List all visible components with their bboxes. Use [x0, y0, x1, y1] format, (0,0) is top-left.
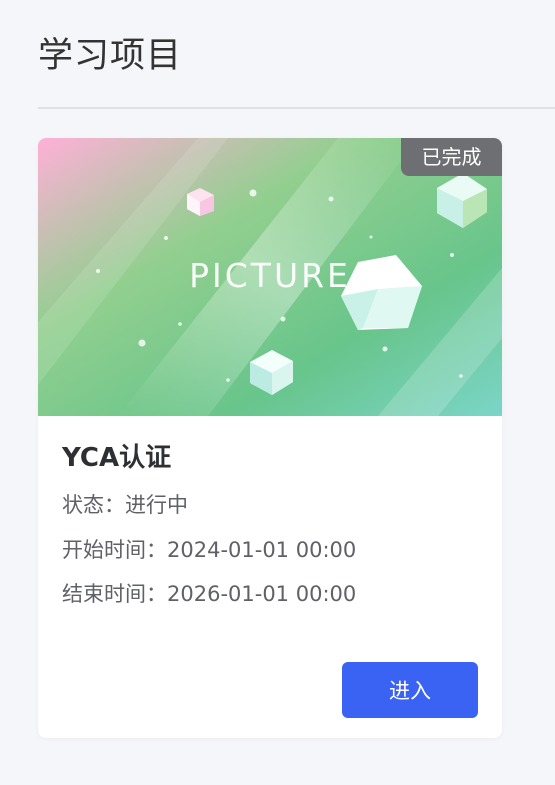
project-cover-image: PICTURE	[38, 138, 502, 416]
status-row: 状态：进行中	[62, 490, 188, 520]
cover-text: PICTURE	[189, 256, 351, 295]
cover-picture: PICTURE	[38, 138, 502, 416]
project-title: YCA认证	[62, 443, 172, 473]
start-time-row: 开始时间：2024-01-01 00:00	[62, 535, 356, 565]
status-label: 状态：	[62, 493, 125, 517]
enter-button[interactable]: 进入	[342, 662, 478, 718]
status-value: 进行中	[125, 493, 188, 517]
start-time-label: 开始时间：	[62, 538, 167, 562]
title-divider	[38, 107, 555, 109]
start-time-value: 2024-01-01 00:00	[167, 538, 357, 562]
end-time-row: 结束时间：2026-01-01 00:00	[62, 579, 356, 609]
page-title: 学习项目	[38, 36, 183, 76]
completed-badge: 已完成	[401, 138, 502, 176]
project-card[interactable]: PICTURE 已完成 YCA认证 状态：进行中 开始时间：2024-01-01…	[38, 138, 502, 738]
end-time-value: 2026-01-01 00:00	[167, 582, 357, 606]
learning-projects-page: 学习项目 PICTURE 已完成 YCA认证 状态：进行中 开始时间：2024-…	[0, 0, 555, 785]
end-time-label: 结束时间：	[62, 582, 167, 606]
